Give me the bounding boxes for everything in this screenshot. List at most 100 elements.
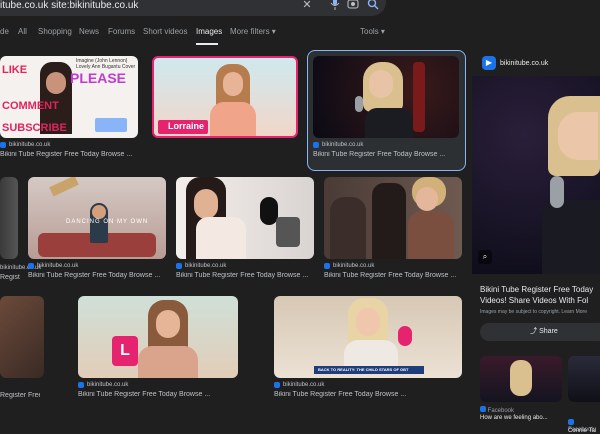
person-face bbox=[416, 187, 438, 211]
preview-panel: ▶ bikinitube.co.uk ⌕ Bikini Tube Registe… bbox=[472, 46, 600, 434]
mic-icon[interactable] bbox=[328, 0, 342, 12]
share-button[interactable]: ⤴ Share bbox=[480, 323, 600, 341]
favicon-icon bbox=[78, 382, 84, 388]
tab-all[interactable]: All bbox=[18, 27, 27, 36]
person-body bbox=[210, 102, 256, 136]
image-result[interactable]: DANCING ON MY OWN bikinitube.co.uk Bikin… bbox=[28, 177, 166, 287]
preview-image[interactable]: ⌕ bbox=[472, 76, 600, 274]
result-source: bikinitube.co.uk bbox=[313, 142, 363, 148]
close-icon[interactable]: ✕ bbox=[300, 0, 314, 12]
overlay-text: PLEASE bbox=[70, 70, 127, 86]
search-icon[interactable] bbox=[366, 0, 380, 12]
result-site: bikinitube.co.uk bbox=[87, 382, 129, 388]
tools-button[interactable]: Tools ▾ bbox=[360, 27, 385, 36]
result-title[interactable]: Bikini Tube Register Free Today Browse .… bbox=[78, 391, 238, 398]
related-result-thumbnail[interactable] bbox=[480, 356, 562, 402]
favicon-icon bbox=[313, 142, 319, 148]
result-site: bikinitube.co.uk bbox=[185, 263, 227, 269]
result-source: bikinitube.co.uk bbox=[176, 263, 226, 269]
result-thumbnail[interactable] bbox=[0, 296, 44, 378]
result-thumbnail[interactable]: L bbox=[78, 296, 238, 378]
facebook-icon bbox=[568, 419, 574, 425]
result-thumbnail[interactable]: DANCING ON MY OWN bbox=[28, 177, 166, 259]
result-title[interactable]: Bikini Tube Register Free Today Browse .… bbox=[176, 272, 314, 279]
person-face bbox=[223, 72, 243, 96]
overlay-text: LIKE bbox=[2, 64, 28, 76]
related-title[interactable]: Connie Tal bbox=[568, 428, 596, 434]
thumbnail-caption: Imagine (John Lennon) Lovely Ann Bugantu… bbox=[76, 58, 136, 70]
tab-news[interactable]: News bbox=[79, 27, 99, 36]
tab-short-videos[interactable]: Short videos bbox=[143, 27, 187, 36]
result-thumbnail[interactable] bbox=[324, 177, 462, 259]
result-title[interactable]: Bikini Tube Register Free Today Browse .… bbox=[274, 391, 462, 398]
result-site: bikinitube.co.uk bbox=[37, 263, 79, 269]
result-site: bikinitube.co.uk bbox=[333, 263, 375, 269]
tab-shopping[interactable]: Shopping bbox=[38, 27, 72, 36]
lens-icon[interactable]: ⌕ bbox=[478, 250, 492, 264]
tab-de[interactable]: de bbox=[0, 27, 9, 36]
related-result-thumbnail[interactable] bbox=[568, 356, 600, 402]
result-source: bikinitube.co.uk bbox=[78, 382, 128, 388]
image-result[interactable]: Lorraine bbox=[152, 56, 298, 138]
person-face bbox=[92, 205, 106, 219]
image-result[interactable] bbox=[0, 296, 44, 378]
result-thumbnail[interactable] bbox=[0, 177, 18, 259]
active-tab-indicator bbox=[196, 43, 218, 45]
result-thumbnail[interactable]: Lorraine bbox=[152, 56, 298, 138]
image-result[interactable]: bikinitube.co.uk Bikini Tube Register Fr… bbox=[324, 177, 462, 287]
person-figure bbox=[372, 183, 406, 259]
left-edge-title[interactable]: Register Free Today Browse ... bbox=[0, 274, 20, 281]
result-source: bikinitube.co.uk bbox=[28, 263, 78, 269]
result-title[interactable]: Bikini Tube Register Free Today Browse .… bbox=[0, 151, 138, 158]
search-tabs: de All Shopping News Forums Short videos… bbox=[0, 24, 600, 45]
person-body bbox=[408, 211, 454, 259]
image-result-selected[interactable]: bikinitube.co.uk Bikini Tube Register Fr… bbox=[313, 56, 459, 166]
person-face bbox=[156, 310, 180, 338]
result-site: bikinitube.co.uk bbox=[9, 142, 51, 148]
person-body bbox=[365, 108, 413, 138]
overlay-text: SUBSCRIBE bbox=[2, 122, 67, 134]
preview-title[interactable]: Bikini Tube Register Free Today Videos! … bbox=[480, 284, 600, 306]
favicon-icon bbox=[324, 263, 330, 269]
microphone-icon bbox=[550, 176, 564, 208]
lamp-shape bbox=[49, 177, 79, 197]
person-face bbox=[46, 72, 66, 94]
left-edge-title-bottom[interactable]: Register Free Today Browse ... bbox=[0, 392, 40, 399]
thumbnail-caption: BACK TO REALITY: THE CHILD STARS OF GBT bbox=[318, 367, 409, 372]
laptop-shape bbox=[95, 118, 127, 132]
image-result[interactable]: BACK TO REALITY: THE CHILD STARS OF GBT … bbox=[274, 296, 462, 406]
person-face bbox=[194, 189, 218, 219]
tab-images[interactable]: Images bbox=[196, 27, 222, 36]
more-filters-dropdown[interactable]: More filters ▾ bbox=[230, 27, 276, 36]
result-source: bikinitube.co.uk bbox=[0, 142, 50, 148]
person-body bbox=[196, 217, 246, 259]
result-thumbnail[interactable] bbox=[176, 177, 314, 259]
search-query-input[interactable]: itube.co.uk site:bikinitube.co.uk bbox=[0, 0, 138, 12]
result-title[interactable]: Bikini Tube Register Free Today Browse .… bbox=[324, 272, 462, 279]
related-title[interactable]: How are we feeling abo... bbox=[480, 415, 548, 421]
favicon-icon bbox=[28, 263, 34, 269]
overlay-text: COMMENT bbox=[2, 100, 59, 112]
result-title[interactable]: Bikini Tube Register Free Today Browse .… bbox=[313, 151, 459, 158]
preview-site[interactable]: bikinitube.co.uk bbox=[500, 60, 548, 67]
result-title[interactable]: Bikini Tube Register Free Today Browse .… bbox=[28, 272, 166, 279]
related-site: Facebook bbox=[487, 408, 515, 414]
site-logo-icon: ▶ bbox=[482, 56, 496, 70]
share-label: Share bbox=[539, 328, 558, 335]
result-site: bikinitube.co.uk bbox=[283, 382, 325, 388]
show-logo-text: Lorraine bbox=[168, 121, 205, 131]
related-source: Facebook bbox=[480, 406, 514, 414]
person-face bbox=[369, 70, 393, 98]
christmas-tree bbox=[413, 62, 425, 132]
result-source: bikinitube.co.uk bbox=[274, 382, 324, 388]
image-result[interactable]: L bikinitube.co.uk Bikini Tube Register … bbox=[78, 296, 238, 406]
facebook-icon bbox=[480, 406, 486, 412]
result-thumbnail[interactable] bbox=[313, 56, 459, 138]
image-result[interactable]: bikinitube.co.uk Bikini Tube Register Fr… bbox=[176, 177, 314, 287]
image-result[interactable]: LIKE PLEASE COMMENT SUBSCRIBE Imagine (J… bbox=[0, 56, 138, 166]
tab-forums[interactable]: Forums bbox=[108, 27, 135, 36]
mic-stand bbox=[276, 217, 300, 247]
result-thumbnail[interactable]: BACK TO REALITY: THE CHILD STARS OF GBT bbox=[274, 296, 462, 378]
camera-icon[interactable] bbox=[346, 0, 360, 12]
result-thumbnail[interactable]: LIKE PLEASE COMMENT SUBSCRIBE Imagine (J… bbox=[0, 56, 138, 138]
